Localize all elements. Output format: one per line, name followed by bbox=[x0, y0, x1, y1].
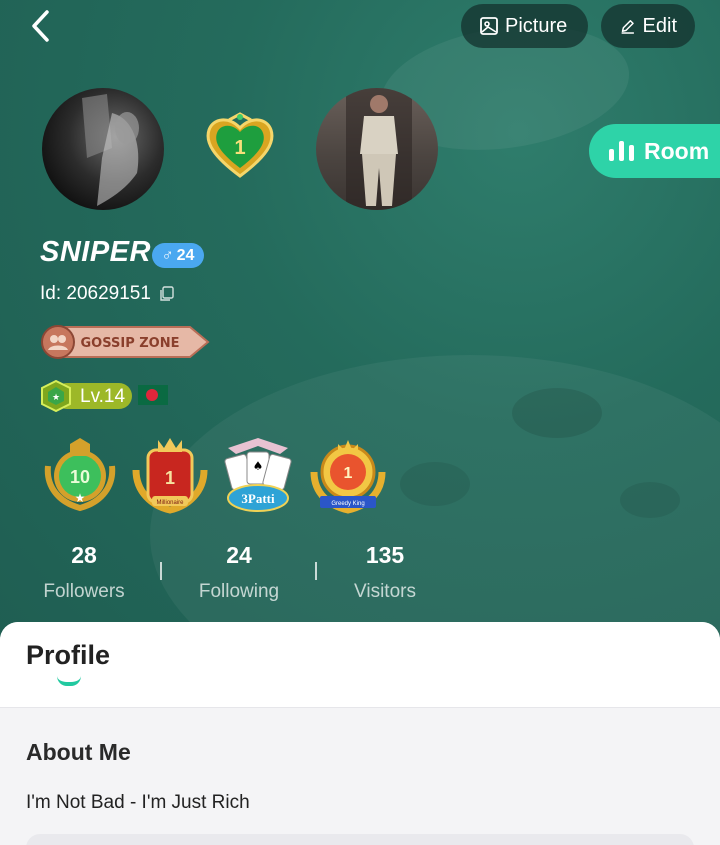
svg-text:★: ★ bbox=[75, 491, 86, 505]
following-label: Following bbox=[198, 581, 280, 602]
picture-icon bbox=[480, 17, 498, 35]
pencil-icon bbox=[621, 19, 634, 34]
room-button-label: Room bbox=[644, 137, 710, 164]
profile-header: Picture Edit 1 Room SNIPER ♂ 24 Id: 2062… bbox=[0, 0, 720, 660]
svg-text:1: 1 bbox=[344, 465, 353, 482]
username: SNIPER bbox=[40, 236, 151, 268]
content-card bbox=[26, 834, 694, 845]
visitors-label: Visitors bbox=[354, 581, 416, 602]
heart-level-number: 1 bbox=[234, 137, 245, 159]
room-button[interactable]: Room bbox=[589, 124, 720, 178]
medal-greedy-king-text: Greedy King bbox=[331, 501, 364, 507]
svg-text:★: ★ bbox=[52, 393, 60, 403]
background-decoration bbox=[400, 462, 470, 506]
gossip-zone-badge: GOSSIP ZONE bbox=[40, 323, 210, 361]
svg-text:♠: ♠ bbox=[253, 459, 264, 473]
active-tab-indicator bbox=[57, 676, 81, 686]
audio-bars-icon bbox=[609, 141, 634, 161]
about-me-text: I'm Not Bad - I'm Just Rich bbox=[26, 792, 250, 813]
avatar[interactable] bbox=[42, 88, 164, 210]
chevron-left-icon bbox=[32, 10, 49, 42]
svg-text:1: 1 bbox=[165, 468, 175, 488]
visitors-count: 135 bbox=[365, 542, 405, 568]
user-id-text: Id: 20629151 bbox=[40, 283, 151, 304]
medal-greedy-king-icon[interactable]: 1 Greedy King bbox=[308, 436, 388, 516]
heart-level-icon: 1 bbox=[203, 112, 277, 180]
stat-divider bbox=[315, 562, 317, 580]
user-id: Id: 20629151 bbox=[40, 283, 175, 305]
stat-divider bbox=[160, 562, 162, 580]
medal-millionaire-text: Millionaire bbox=[156, 500, 184, 506]
country-flag-icon bbox=[138, 385, 168, 405]
picture-button-label: Picture bbox=[505, 14, 568, 37]
medal-level-10-text: 10 bbox=[70, 467, 90, 487]
gender-age-badge: ♂ 24 bbox=[152, 243, 204, 268]
back-button[interactable] bbox=[22, 8, 58, 44]
followers-count: 28 bbox=[71, 542, 97, 568]
tab-bar: Profile bbox=[0, 622, 720, 708]
medal-3patti-icon[interactable]: ♠ 3Patti bbox=[218, 436, 298, 516]
followers-label: Followers bbox=[43, 581, 125, 602]
followers-stat[interactable]: 28 Followers bbox=[36, 542, 132, 603]
medal-level-10-icon[interactable]: 10 ★ bbox=[40, 436, 120, 516]
background-decoration bbox=[512, 388, 602, 438]
edit-button-label: Edit bbox=[642, 14, 677, 37]
medal-3patti-text: 3Patti bbox=[241, 491, 275, 506]
about-me-heading: About Me bbox=[26, 739, 131, 765]
medal-millionaire-icon[interactable]: 1 Millionaire bbox=[130, 436, 210, 516]
copy-icon[interactable] bbox=[159, 286, 175, 302]
avatar-photo bbox=[346, 88, 412, 210]
male-icon: ♂ bbox=[161, 246, 174, 264]
level-value: Lv.14 bbox=[80, 386, 126, 407]
cp-avatar[interactable] bbox=[316, 88, 438, 210]
following-stat[interactable]: 24 Following bbox=[192, 542, 286, 603]
age-value: 24 bbox=[176, 246, 195, 264]
visitors-stat[interactable]: 135 Visitors bbox=[346, 542, 424, 603]
gossip-zone-label: GOSSIP ZONE bbox=[81, 336, 180, 351]
avatar-photo bbox=[82, 94, 139, 206]
profile-content-panel: Profile About Me I'm Not Bad - I'm Just … bbox=[0, 622, 720, 845]
tab-profile[interactable]: Profile bbox=[26, 640, 110, 671]
edit-button[interactable]: Edit bbox=[601, 4, 695, 48]
following-count: 24 bbox=[226, 542, 252, 568]
picture-button[interactable]: Picture bbox=[461, 4, 588, 48]
background-decoration bbox=[620, 482, 680, 518]
